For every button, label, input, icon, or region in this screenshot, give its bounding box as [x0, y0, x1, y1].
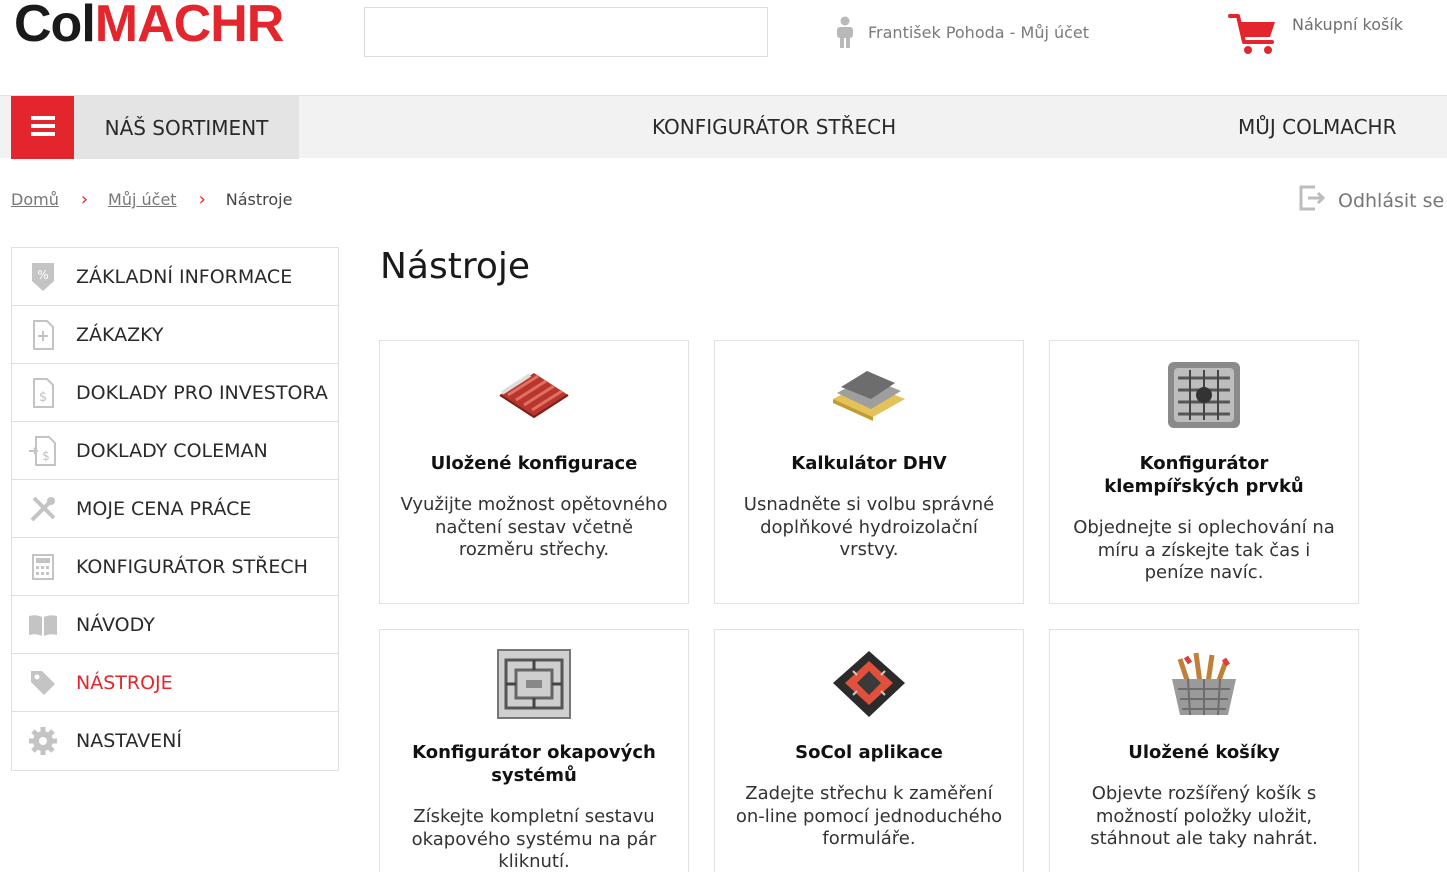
- account-label: František Pohoda - Můj účet: [868, 22, 1090, 42]
- logo-col-text: Col: [14, 0, 96, 53]
- document-arrow-dollar-icon: $: [26, 434, 60, 468]
- hamburger-icon: [30, 115, 55, 140]
- card-title: Konfigurátor klempířských prvků: [1104, 453, 1304, 497]
- sidebar-item-label: NÁVODY: [76, 613, 155, 636]
- socol-chip-icon: [715, 644, 1023, 724]
- logout-icon: [1298, 184, 1326, 217]
- sidebar-item-coleman-docs[interactable]: $ DOKLADY COLEMAN: [12, 422, 338, 480]
- cart-icon[interactable]: [1228, 12, 1278, 60]
- sidebar-item-label: ZÁKLADNÍ INFORMACE: [76, 265, 293, 288]
- gutter-system-icon: [380, 644, 688, 724]
- sidebar-item-label: DOKLADY PRO INVESTORA: [76, 381, 328, 404]
- card-description: Využijte možnost opětovného načtení sest…: [400, 494, 668, 560]
- breadcrumb-home[interactable]: Domů: [11, 190, 59, 209]
- sidebar-item-label: NÁSTROJE: [76, 671, 173, 694]
- gear-icon: [26, 724, 60, 758]
- document-dollar-icon: $: [26, 376, 60, 410]
- sidebar-item-label: DOKLADY COLEMAN: [76, 439, 268, 462]
- account-link[interactable]: František Pohoda - Můj účet: [834, 16, 1089, 48]
- logo-machr-text: MACHR: [94, 0, 285, 53]
- sidebar-item-label: ZÁKAZKY: [76, 323, 164, 346]
- sidebar-item-investor-docs[interactable]: $ DOKLADY PRO INVESTORA: [12, 364, 338, 422]
- card-title: Uložené košíky: [1128, 742, 1280, 763]
- account-sidebar: % ZÁKLADNÍ INFORMACE ZÁKAZKY $ DOKLADY P…: [11, 247, 339, 771]
- search-input[interactable]: [364, 7, 768, 57]
- calculator-icon: [26, 550, 60, 584]
- logout-link[interactable]: Odhlásit se: [1298, 184, 1444, 217]
- nav-my-colmachr[interactable]: MŮJ COLMACHR: [1238, 115, 1397, 139]
- roof-tiles-icon: [380, 355, 688, 435]
- main-nav: NÁŠ SORTIMENT KONFIGURÁTOR STŘECH MŮJ CO…: [0, 95, 1447, 159]
- card-title: Kalkulátor DHV: [791, 453, 947, 474]
- nav-roof-configurator[interactable]: KONFIGURÁTOR STŘECH: [652, 115, 896, 139]
- tool-card-saved-configurations[interactable]: Uložené konfigurace Využijte možnost opě…: [379, 340, 689, 604]
- chevron-right-icon: ›: [80, 189, 89, 210]
- svg-text:$: $: [42, 449, 50, 463]
- colmachr-logo[interactable]: ColMACHR: [14, 0, 285, 54]
- roof-insulation-layers-icon: [715, 355, 1023, 435]
- svg-text:%: %: [37, 268, 48, 282]
- card-title: SoCol aplikace: [795, 742, 943, 763]
- cart-label[interactable]: Nákupní košík: [1292, 15, 1403, 34]
- card-title: Uložené konfigurace: [430, 453, 638, 474]
- sidebar-item-label: MOJE CENA PRÁCE: [76, 497, 252, 520]
- breadcrumb-current: Nástroje: [225, 190, 293, 209]
- tags-icon: [26, 666, 60, 700]
- sidebar-item-settings[interactable]: NASTAVENÍ: [12, 712, 338, 770]
- breadcrumb: Domů › Můj účet › Nástroje: [11, 189, 292, 210]
- book-icon: [26, 608, 60, 642]
- svg-text:$: $: [39, 390, 47, 405]
- tool-card-flashing-configurator[interactable]: Konfigurátor klempířských prvků Objednej…: [1049, 340, 1359, 604]
- user-icon: [834, 16, 856, 48]
- sidebar-item-orders[interactable]: ZÁKAZKY: [12, 306, 338, 364]
- sidebar-item-roof-configurator[interactable]: KONFIGURÁTOR STŘECH: [12, 538, 338, 596]
- sidebar-item-label: KONFIGURÁTOR STŘECH: [76, 555, 308, 578]
- page-title: Nástroje: [380, 246, 531, 287]
- tool-basket-icon: [1050, 644, 1358, 724]
- tool-card-socol-app[interactable]: SoCol aplikace Zadejte střechu k zaměřen…: [714, 629, 1024, 872]
- document-plus-icon: [26, 318, 60, 352]
- card-description: Usnadněte si volbu správné doplňkové hyd…: [743, 494, 995, 560]
- card-description: Získejte kompletní sestavu okapového sys…: [411, 806, 657, 872]
- card-description: Objevte rozšířený košík s možností polož…: [1090, 783, 1318, 849]
- nav-sortiment[interactable]: NÁŠ SORTIMENT: [74, 96, 299, 159]
- sidebar-item-tools[interactable]: NÁSTROJE: [12, 654, 338, 712]
- sidebar-item-labor-price[interactable]: MOJE CENA PRÁCE: [12, 480, 338, 538]
- card-description: Zadejte střechu k zaměření on-line pomoc…: [735, 783, 1003, 849]
- tool-card-saved-carts[interactable]: Uložené košíky Objevte rozšířený košík s…: [1049, 629, 1359, 872]
- card-description: Objednejte si oplechování na míru a získ…: [1073, 517, 1335, 583]
- percent-tag-icon: %: [26, 260, 60, 294]
- site-header: ColMACHR František Pohoda - Můj účet Nák…: [0, 0, 1447, 95]
- chevron-right-icon: ›: [198, 189, 206, 210]
- sheet-metal-parts-icon: [1050, 355, 1358, 435]
- sidebar-item-basic-info[interactable]: % ZÁKLADNÍ INFORMACE: [12, 248, 338, 306]
- sidebar-item-guides[interactable]: NÁVODY: [12, 596, 338, 654]
- tools-icon: [26, 492, 60, 526]
- breadcrumb-account[interactable]: Můj účet: [108, 190, 177, 209]
- card-title: Konfigurátor okapových systémů: [412, 742, 656, 786]
- tool-card-gutter-configurator[interactable]: Konfigurátor okapových systémů Získejte …: [379, 629, 689, 872]
- sidebar-item-label: NASTAVENÍ: [76, 730, 183, 752]
- hamburger-menu-button[interactable]: [11, 96, 74, 159]
- tool-card-dhv-calculator[interactable]: Kalkulátor DHV Usnadněte si volbu správn…: [714, 340, 1024, 604]
- logout-label: Odhlásit se: [1338, 189, 1445, 212]
